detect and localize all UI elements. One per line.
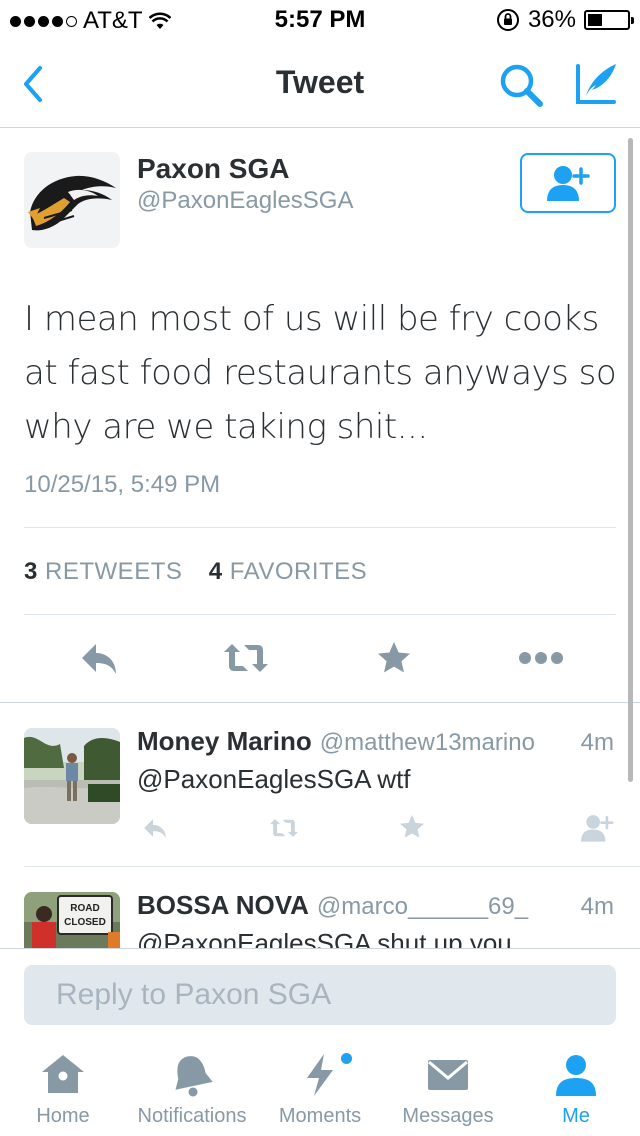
favorites-count[interactable]: 4 — [209, 558, 223, 585]
follow-button[interactable] — [520, 153, 616, 213]
divider — [24, 527, 616, 528]
reply-time: 4m — [580, 893, 614, 920]
reply-avatar[interactable]: ROAD CLOSED — [24, 892, 120, 948]
bell-icon — [175, 1056, 213, 1097]
road-sign-line-1: ROAD — [70, 903, 99, 914]
search-icon[interactable] — [498, 62, 544, 108]
status-right: 36% — [496, 6, 634, 34]
tab-notifications[interactable]: Notifications — [125, 1042, 259, 1136]
tab-moments[interactable]: Moments — [272, 1042, 368, 1136]
reply-time: 4m — [580, 729, 614, 756]
more-options-icon[interactable] — [518, 636, 564, 680]
tab-messages[interactable]: Messages — [393, 1042, 503, 1136]
follow-user-icon[interactable] — [578, 812, 616, 844]
reply-author-name[interactable]: BOSSA NOVA — [137, 890, 309, 920]
reply-icon[interactable] — [78, 636, 120, 680]
retweets-label[interactable]: RETWEETS — [45, 558, 182, 585]
tweet-timestamp: 10/25/15, 5:49 PM — [24, 471, 221, 498]
tab-label: Home — [36, 1105, 90, 1127]
road-sign-line-2: CLOSED — [64, 917, 106, 928]
retweet-icon[interactable] — [265, 814, 303, 842]
status-bar: AT&T 5:57 PM 36% — [0, 0, 640, 40]
tweet-text: I mean most of us will be fry cooks at f… — [24, 299, 617, 447]
tab-label: Me — [562, 1105, 590, 1127]
tweet-stats: 3 RETWEETS 4 FAVORITES — [24, 558, 367, 586]
reply-text: @PaxonEaglesSGA wtf — [137, 764, 411, 794]
tab-label: Messages — [402, 1105, 494, 1127]
favorite-star-icon[interactable] — [376, 636, 412, 680]
reply-avatar[interactable] — [24, 728, 120, 824]
page-title: Tweet — [275, 64, 365, 100]
reply-avatar-photo: ROAD CLOSED — [24, 892, 120, 948]
tab-me[interactable]: Me — [540, 1042, 612, 1136]
reply-input[interactable] — [24, 965, 616, 1025]
compose-tweet-icon[interactable] — [572, 60, 620, 108]
add-user-icon — [547, 166, 590, 201]
lightning-icon — [307, 1054, 333, 1096]
reply-tweet[interactable]: Money Marino @matthew13marino 4m @PaxonEa… — [0, 702, 640, 868]
author-avatar[interactable] — [24, 152, 120, 248]
tweet-actions — [0, 636, 640, 680]
battery-percent: 36% — [527, 6, 576, 33]
reply-author[interactable]: Money Marino @matthew13marino — [137, 726, 535, 757]
reply-author-name[interactable]: Money Marino — [137, 726, 312, 756]
retweet-icon[interactable] — [222, 636, 270, 680]
reply-bar — [0, 948, 640, 1042]
eagle-logo-icon — [24, 152, 120, 248]
reply-text: @PaxonEaglesSGA shut up you — [137, 928, 512, 948]
favorite-star-icon[interactable] — [397, 812, 427, 842]
reply-author-handle[interactable]: @marco______69_ — [317, 893, 528, 920]
author-handle[interactable]: @PaxonEaglesSGA — [137, 187, 353, 215]
retweets-count[interactable]: 3 — [24, 558, 38, 585]
tab-home[interactable]: Home — [14, 1042, 112, 1136]
tab-bar: Home Notifications Moments Messages Me — [0, 1042, 640, 1136]
tab-label: Moments — [278, 1105, 362, 1127]
reply-author-handle[interactable]: @matthew13marino — [320, 729, 535, 756]
author-name[interactable]: Paxon SGA — [137, 153, 289, 185]
nav-bar: Tweet — [0, 40, 640, 128]
favorites-label[interactable]: FAVORITES — [230, 558, 367, 585]
envelope-icon — [428, 1060, 468, 1090]
rotation-lock-icon — [496, 9, 519, 31]
scroll-indicator[interactable] — [628, 138, 633, 782]
reply-icon[interactable] — [140, 814, 170, 842]
battery-fill — [588, 14, 602, 26]
divider — [24, 614, 616, 615]
home-icon — [42, 1055, 84, 1093]
reply-avatar-photo — [24, 728, 120, 824]
tab-label: Notifications — [137, 1105, 247, 1127]
battery-icon — [584, 10, 634, 30]
reply-tweet[interactable]: ROAD CLOSED BOSSA NOVA @marco______69_ 4m… — [0, 866, 640, 948]
person-icon — [556, 1055, 596, 1096]
moments-badge-dot — [341, 1053, 352, 1064]
reply-author[interactable]: BOSSA NOVA @marco______69_ — [137, 890, 528, 921]
